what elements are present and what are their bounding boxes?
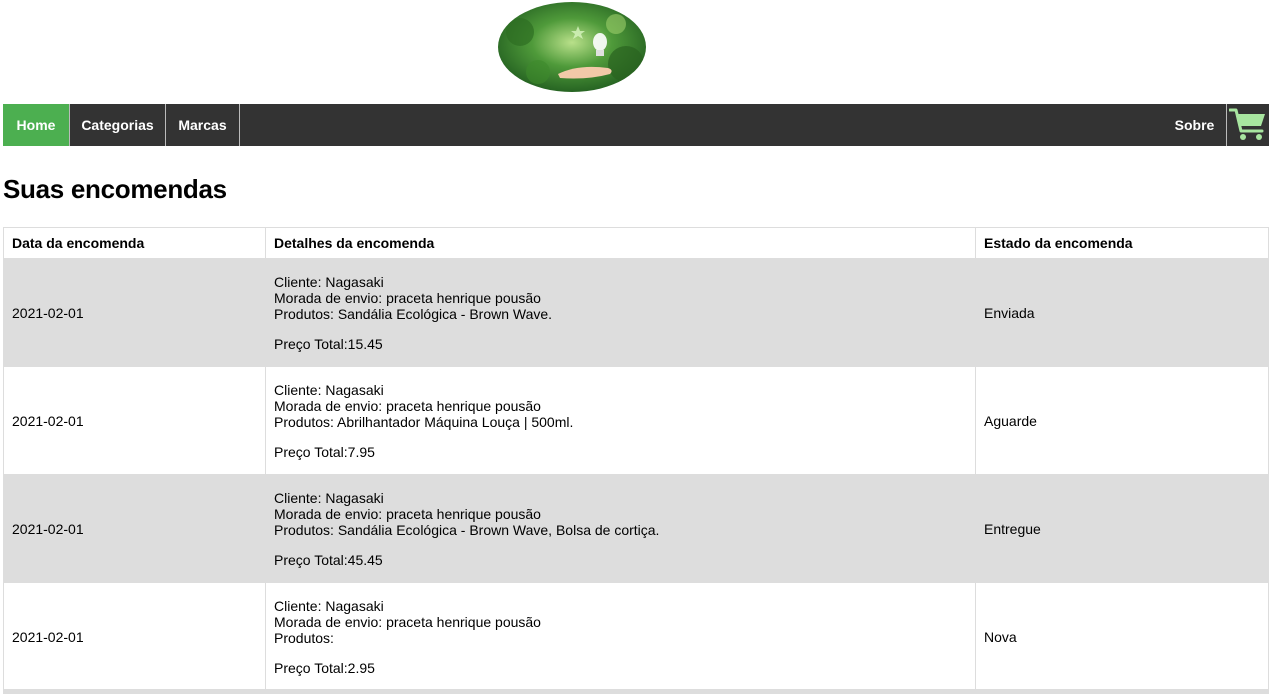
order-details: Cliente: Nagasaki Morada de envio: prace…	[265, 258, 976, 367]
order-address: Morada de envio: praceta henrique pousão	[274, 613, 541, 630]
lightbulb-in-hand-logo	[498, 2, 646, 92]
order-products: Produtos: Abrilhantador Máquina Louça | …	[274, 413, 574, 430]
order-status: Enviada	[975, 258, 1269, 367]
order-address: Morada de envio: praceta henrique pousão	[274, 289, 541, 306]
orders-table: Data da encomenda Detalhes da encomenda …	[3, 227, 1269, 691]
main-navbar: Home Categorias Marcas Sobre	[3, 104, 1269, 146]
order-total: Preço Total:7.95	[274, 443, 375, 460]
order-date: 2021-02-01	[3, 582, 266, 691]
order-status: Nova	[975, 582, 1269, 691]
order-client: Cliente: Nagasaki	[274, 597, 384, 614]
order-address: Morada de envio: praceta henrique pousão	[274, 505, 541, 522]
order-total: Preço Total:2.95	[274, 659, 375, 676]
table-bottom-edge	[3, 689, 1269, 694]
nav-categorias[interactable]: Categorias	[70, 104, 166, 146]
cart-button[interactable]	[1227, 104, 1269, 146]
site-logo[interactable]	[498, 2, 646, 92]
order-date: 2021-02-01	[3, 474, 266, 583]
table-row: 2021-02-01 Cliente: Nagasaki Morada de e…	[3, 366, 1269, 475]
table-header-row: Data da encomenda Detalhes da encomenda …	[3, 227, 1269, 259]
nav-marcas[interactable]: Marcas	[166, 104, 240, 146]
order-client: Cliente: Nagasaki	[274, 381, 384, 398]
header-order-date: Data da encomenda	[3, 227, 266, 259]
order-details: Cliente: Nagasaki Morada de envio: prace…	[265, 366, 976, 475]
header-order-details: Detalhes da encomenda	[265, 227, 976, 259]
order-details: Cliente: Nagasaki Morada de envio: prace…	[265, 582, 976, 691]
order-details: Cliente: Nagasaki Morada de envio: prace…	[265, 474, 976, 583]
nav-sobre[interactable]: Sobre	[1163, 104, 1227, 146]
order-client: Cliente: Nagasaki	[274, 273, 384, 290]
order-date: 2021-02-01	[3, 258, 266, 367]
nav-home[interactable]: Home	[3, 104, 70, 146]
order-status: Entregue	[975, 474, 1269, 583]
order-address: Morada de envio: praceta henrique pousão	[274, 397, 541, 414]
table-row: 2021-02-01 Cliente: Nagasaki Morada de e…	[3, 582, 1269, 691]
shopping-cart-icon	[1229, 108, 1265, 140]
table-row: 2021-02-01 Cliente: Nagasaki Morada de e…	[3, 474, 1269, 583]
header-order-status: Estado da encomenda	[975, 227, 1269, 259]
order-total: Preço Total:15.45	[274, 335, 383, 352]
page-title: Suas encomendas	[3, 174, 227, 204]
order-total: Preço Total:45.45	[274, 551, 383, 568]
order-client: Cliente: Nagasaki	[274, 489, 384, 506]
order-status: Aguarde	[975, 366, 1269, 475]
order-date: 2021-02-01	[3, 366, 266, 475]
order-products: Produtos: Sandália Ecológica - Brown Wav…	[274, 521, 660, 538]
table-row: 2021-02-01 Cliente: Nagasaki Morada de e…	[3, 258, 1269, 367]
order-products: Produtos:	[274, 629, 334, 646]
order-products: Produtos: Sandália Ecológica - Brown Wav…	[274, 305, 553, 322]
